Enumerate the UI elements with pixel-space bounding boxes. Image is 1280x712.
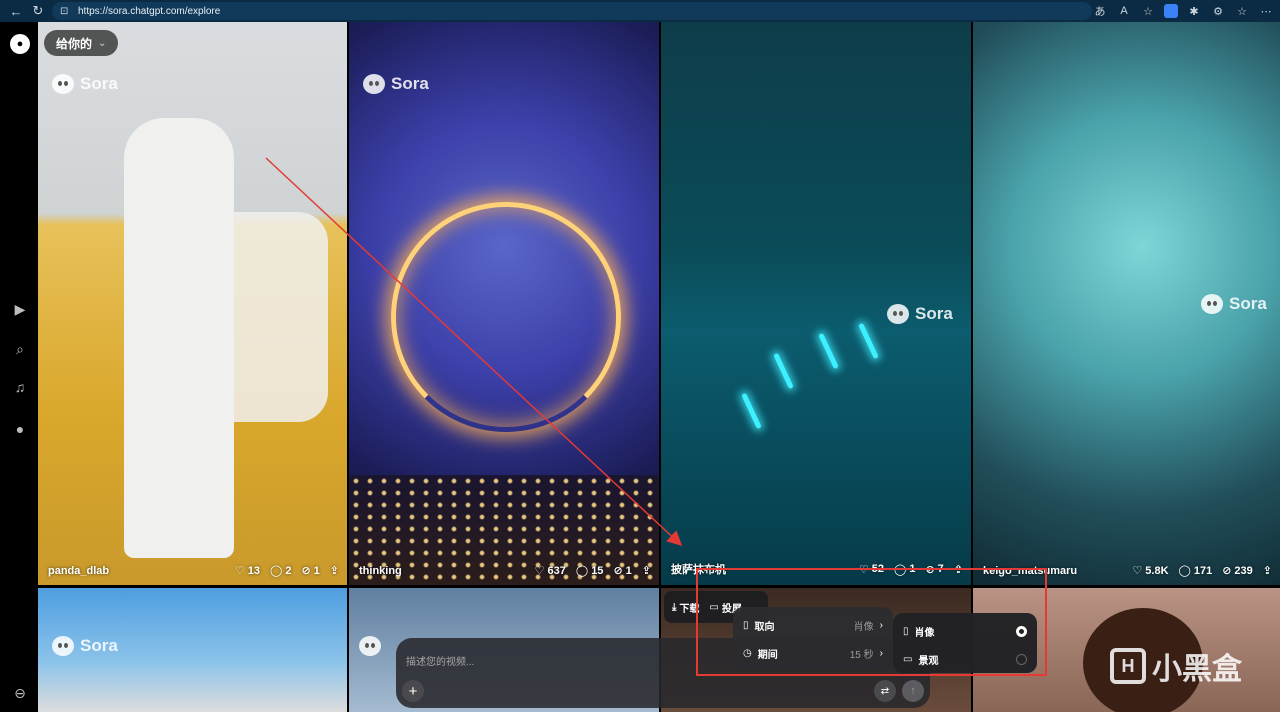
brand-watermark: H 小黑盒 (1110, 644, 1242, 688)
heart-icon[interactable]: ♡ (535, 564, 545, 577)
heybox-logo-icon: H (1110, 648, 1146, 684)
browser-actions: あ A ☆ ✱ ⚙ ☆ ⋯ (1092, 2, 1274, 20)
comment-icon[interactable]: ◯ (576, 564, 588, 577)
url-text: https://sora.chatgpt.com/explore (78, 5, 221, 17)
video-tile-3[interactable]: Sora 披萨抹布机 ♡ 52 ◯ 1 ⊘ 7 ⇪ (661, 22, 971, 585)
lock-icon: ⊡ (60, 5, 69, 17)
sora-logo-icon[interactable]: ● (10, 34, 30, 54)
tile-meta: panda_dlab ♡ 13 ◯ 2 ⊘ 1 ⇪ (48, 564, 339, 578)
extensions-puzzle-icon[interactable]: ✱ (1186, 5, 1202, 18)
sora-blob-icon (52, 636, 74, 656)
annotation-highlight-box (696, 568, 1047, 676)
composer-settings-button[interactable]: ⇄ (874, 680, 896, 702)
sora-watermark: Sora (887, 304, 953, 324)
more-options-icon[interactable]: ⊖ (11, 684, 29, 702)
feed-filter-label: 给你的 (56, 36, 93, 51)
browser-toolbar: ← ↻ ⊡ https://sora.chatgpt.com/explore あ… (0, 0, 1280, 22)
remix-icon[interactable]: ⊘ (613, 564, 622, 577)
address-bar[interactable]: ⊡ https://sora.chatgpt.com/explore (52, 2, 1092, 20)
notifications-icon[interactable]: ♫ (11, 378, 29, 396)
profile-icon[interactable]: ● (11, 420, 29, 438)
explore-icon[interactable]: ▶ (11, 300, 29, 318)
remix-icon[interactable]: ⊘ (301, 564, 310, 577)
sora-watermark: Sora (363, 74, 429, 94)
read-aloud-icon[interactable]: A (1116, 5, 1132, 17)
sora-watermark: Sora (52, 74, 118, 94)
settings-icon[interactable]: ⚙ (1210, 5, 1226, 18)
favorite-star-icon[interactable]: ☆ (1140, 5, 1156, 18)
sora-blob-icon (1201, 294, 1223, 314)
sora-blob-icon (887, 304, 909, 324)
prompt-input[interactable]: 描述您的视频... (406, 653, 474, 668)
back-icon[interactable]: ← (6, 1, 26, 21)
share-icon[interactable]: ⇪ (330, 564, 339, 577)
comment-icon[interactable]: ◯ (270, 564, 282, 577)
heart-icon[interactable]: ♡ (235, 564, 245, 577)
remix-icon[interactable]: ⊘ (1222, 564, 1231, 577)
more-icon[interactable]: ⋯ (1258, 5, 1274, 18)
video-tile-2[interactable]: Sora thinking ♡ 637 ◯ 15 ⊘ 1 ⇪ (349, 22, 659, 585)
search-icon[interactable]: ⌕ (11, 340, 29, 358)
video-tile-4[interactable]: Sora keigo_matsumaru ♡ 5.8K ◯ 171 ⊘ 239 ⇪ (973, 22, 1280, 585)
tile-username[interactable]: panda_dlab (48, 565, 225, 577)
refresh-icon[interactable]: ↻ (28, 1, 48, 21)
feed-filter-dropdown[interactable]: 给你的 ⌄ (44, 30, 119, 56)
sora-watermark: Sora (1201, 294, 1267, 314)
sora-blob-icon (359, 636, 381, 656)
comment-icon[interactable]: ◯ (1179, 564, 1191, 577)
submit-button[interactable]: ↑ (902, 680, 924, 702)
favorites-icon[interactable]: ☆ (1234, 5, 1250, 18)
share-icon[interactable]: ⇪ (642, 564, 651, 577)
share-icon[interactable]: ⇪ (1263, 564, 1272, 577)
sora-watermark: Sora (52, 636, 118, 656)
video-tile-5[interactable]: Sora (38, 588, 347, 712)
sora-blob-icon (52, 74, 74, 94)
video-tile-1[interactable]: Sora panda_dlab ♡ 13 ◯ 2 ⊘ 1 ⇪ (38, 22, 347, 585)
heart-icon[interactable]: ♡ (1132, 564, 1142, 577)
sora-watermark (359, 636, 381, 656)
chevron-down-icon: ⌄ (98, 37, 107, 49)
translate-icon[interactable]: あ (1092, 3, 1108, 19)
download-icon: ⤓ (672, 601, 677, 613)
tile-meta: thinking ♡ 637 ◯ 15 ⊘ 1 ⇪ (359, 564, 651, 578)
add-media-button[interactable]: + (402, 680, 424, 702)
left-rail: ● ▶ ⌕ ♫ ● ⊖ (0, 22, 38, 712)
extension-icon[interactable] (1164, 4, 1178, 18)
sora-blob-icon (363, 74, 385, 94)
tile-username[interactable]: thinking (359, 565, 525, 577)
